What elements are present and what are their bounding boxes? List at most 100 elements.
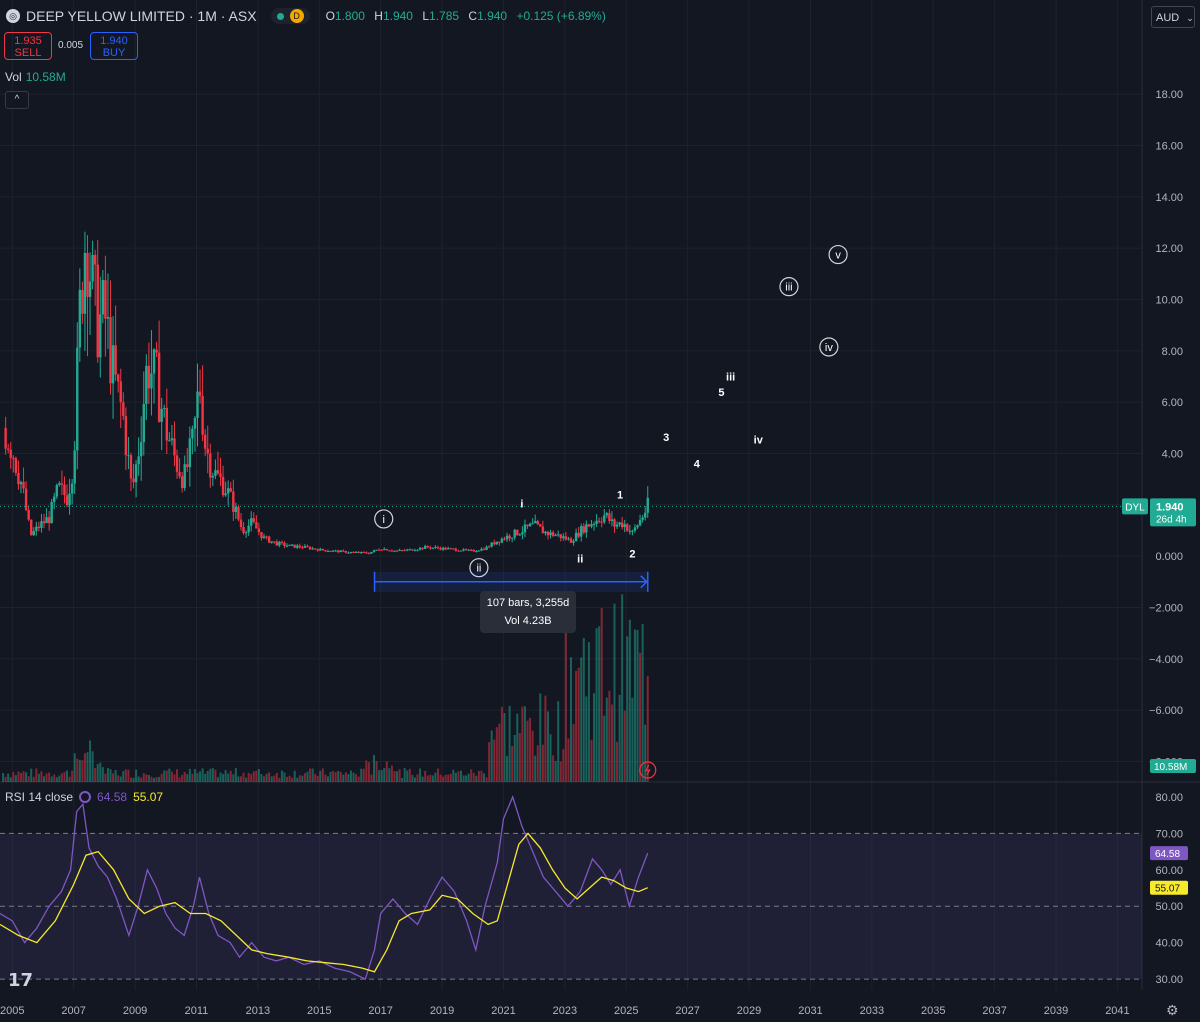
volume-bar xyxy=(298,775,301,782)
candle-body xyxy=(408,549,412,551)
buy-button[interactable]: 1.940 BUY xyxy=(90,32,138,60)
candle-body xyxy=(232,491,235,512)
volume-bar xyxy=(488,742,491,782)
volume-bar xyxy=(546,711,549,782)
candle-body xyxy=(326,550,330,552)
candle-body xyxy=(298,545,302,548)
volume-bar xyxy=(227,773,230,782)
candle-body xyxy=(147,365,151,389)
volume-bar xyxy=(7,773,10,782)
low-key: L xyxy=(422,9,430,23)
volume-bar xyxy=(112,773,115,782)
buy-label: BUY xyxy=(102,47,126,59)
sell-label: SELL xyxy=(14,47,42,59)
volume-tag: 10.58M xyxy=(1154,762,1187,773)
volume-bar xyxy=(373,754,376,782)
chart-canvas[interactable]: iiiiiiivviii12345iiiiv18.0016.0014.0012.… xyxy=(0,0,1200,1022)
symbol-title[interactable]: DEEP YELLOW LIMITED · 1M · ASX xyxy=(26,8,257,24)
candle-body xyxy=(216,470,220,474)
volume-bar xyxy=(503,712,506,782)
time-axis-label: 2031 xyxy=(798,1005,822,1017)
volume-bar xyxy=(78,759,81,782)
candle-body xyxy=(76,347,79,451)
candle-body xyxy=(582,526,585,533)
volume-bar xyxy=(352,772,355,782)
candle-body xyxy=(196,391,199,418)
candle-body xyxy=(99,314,102,358)
candle-body xyxy=(111,345,115,384)
candle-body xyxy=(183,464,186,489)
candle-body xyxy=(68,493,71,506)
volume-legend[interactable]: Vol 10.58M xyxy=(5,70,66,84)
volume-bar xyxy=(324,774,327,782)
candle-body xyxy=(163,407,166,409)
sell-button[interactable]: 1.935 SELL xyxy=(4,32,52,60)
volume-bar xyxy=(559,761,562,782)
candle-body xyxy=(559,534,562,539)
wave-label: v xyxy=(835,250,841,262)
candle-body xyxy=(53,496,56,502)
volume-bar xyxy=(378,770,381,782)
time-axis-label: 2017 xyxy=(368,1005,392,1017)
volume-bar xyxy=(413,777,416,782)
time-axis-label: 2027 xyxy=(675,1005,699,1017)
candle-body xyxy=(477,550,481,552)
volume-bar xyxy=(191,773,194,782)
candle-body xyxy=(564,536,568,540)
candle-body xyxy=(603,515,606,523)
volume-bar xyxy=(431,775,434,782)
volume-bar xyxy=(145,774,148,782)
rsi-legend[interactable]: RSI 14 close 64.58 55.07 xyxy=(5,790,163,804)
candle-body xyxy=(209,453,212,478)
volume-bar xyxy=(268,772,271,782)
candle-body xyxy=(257,528,261,533)
volume-bar xyxy=(53,774,56,782)
volume-bar xyxy=(595,628,598,782)
candle-body xyxy=(615,524,619,527)
candle-body xyxy=(137,456,140,465)
currency-button[interactable]: AUD ⌄ xyxy=(1151,6,1195,28)
volume-bar xyxy=(644,724,647,782)
volume-bar xyxy=(401,777,404,782)
volume-bar xyxy=(613,603,616,782)
time-axis-label: 2025 xyxy=(614,1005,638,1017)
volume-bar xyxy=(508,706,511,782)
volume-bar xyxy=(342,774,345,782)
candle-body xyxy=(229,488,232,492)
candle-body xyxy=(413,550,417,552)
candle-body xyxy=(219,473,222,477)
time-axis-label: 2023 xyxy=(553,1005,577,1017)
volume-bar xyxy=(421,776,424,782)
candle-body xyxy=(403,550,406,552)
volume-bar xyxy=(334,772,337,782)
candle-body xyxy=(244,532,248,534)
candle-body xyxy=(316,549,319,551)
volume-bar xyxy=(357,776,360,782)
volume-bar xyxy=(628,619,631,782)
rsi-axis-label: 30.00 xyxy=(1155,974,1183,986)
settings-gear-icon[interactable]: ⚙ xyxy=(1166,1002,1179,1019)
volume-bar xyxy=(196,773,199,782)
candle-body xyxy=(178,471,181,477)
lightning-bolt-icon xyxy=(644,764,651,776)
volume-bar xyxy=(329,771,332,782)
price-axis-label: −4.000 xyxy=(1149,654,1183,666)
volume-bar xyxy=(232,774,235,782)
volume-bar xyxy=(539,693,542,782)
collapse-legend-button[interactable]: ^ xyxy=(5,91,29,109)
volume-bar xyxy=(239,776,242,782)
tradingview-logo-icon[interactable]: 17 xyxy=(8,970,33,991)
candle-body xyxy=(152,349,156,374)
volume-bar xyxy=(434,772,437,782)
volume-bar xyxy=(631,697,634,782)
time-axis-label: 2033 xyxy=(860,1005,884,1017)
volume-bar xyxy=(567,738,570,782)
volume-bar xyxy=(81,760,84,782)
volume-bar xyxy=(83,753,86,782)
candle-body xyxy=(480,548,483,551)
bar-countdown-tag: 26d 4h xyxy=(1156,514,1187,525)
volume-bar xyxy=(199,771,202,782)
candle-body xyxy=(342,550,345,552)
volume-bar xyxy=(260,774,263,782)
market-status-pill[interactable]: D xyxy=(270,8,310,24)
